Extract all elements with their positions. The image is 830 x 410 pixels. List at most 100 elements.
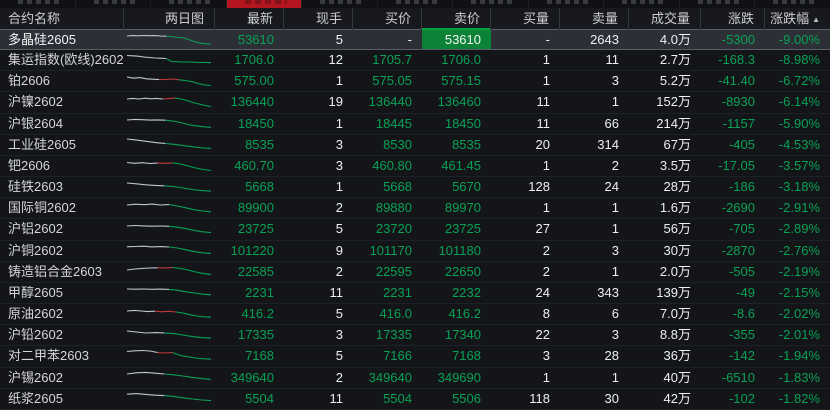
quote-row[interactable]: 对二甲苯2603716857166716832836万-142-1.94% bbox=[0, 346, 830, 367]
contract-name-cell: 对二甲苯2603 bbox=[0, 346, 124, 366]
header-bid-volume[interactable]: 买量 bbox=[491, 8, 560, 30]
quote-row[interactable]: 工业硅260585353853085352031467万-405-4.53% bbox=[0, 135, 830, 156]
tab[interactable] bbox=[0, 0, 76, 8]
bid-price-cell: 460.80 bbox=[353, 156, 422, 176]
contract-name-cell: 沪镍2602 bbox=[0, 92, 124, 112]
current-lots-cell: 5 bbox=[284, 346, 353, 366]
two-day-chart-cell bbox=[124, 389, 215, 409]
header-turnover[interactable]: 成交量 bbox=[629, 8, 701, 30]
tab[interactable] bbox=[378, 0, 454, 8]
turnover-cell: 1.6万 bbox=[629, 198, 701, 218]
quote-row[interactable]: 硅铁260356681566856701282428万-186-3.18% bbox=[0, 177, 830, 198]
header-latest[interactable]: 最新 bbox=[215, 8, 284, 30]
change-percent-cell: -2.89% bbox=[765, 219, 830, 239]
change-cell: -168.3 bbox=[701, 50, 765, 70]
bid-volume-cell: 2 bbox=[491, 262, 560, 282]
bid-price-cell: 89880 bbox=[353, 198, 422, 218]
quote-row[interactable]: 沪铝2602237255237202372527156万-705-2.89% bbox=[0, 219, 830, 240]
two-day-sparkline bbox=[127, 306, 211, 323]
change-cell: -17.05 bbox=[701, 156, 765, 176]
tab[interactable] bbox=[453, 0, 529, 8]
bid-volume-cell: 11 bbox=[491, 92, 560, 112]
bid-volume-cell: 22 bbox=[491, 325, 560, 345]
header-change-percent[interactable]: 涨跌幅▲ bbox=[765, 8, 830, 30]
two-day-chart-cell bbox=[124, 241, 215, 261]
two-day-sparkline bbox=[127, 327, 211, 344]
quote-row[interactable]: 铸造铝合金26032258522259522650212.0万-505-2.19… bbox=[0, 262, 830, 283]
header-bid-price[interactable]: 买价 bbox=[353, 8, 422, 30]
quote-row[interactable]: 钯2606460.703460.80461.45123.5万-17.05-3.5… bbox=[0, 156, 830, 177]
bid-volume-cell: 1 bbox=[491, 368, 560, 388]
turnover-cell: 214万 bbox=[629, 114, 701, 134]
ask-volume-cell: 11 bbox=[560, 50, 629, 70]
two-day-sparkline bbox=[127, 52, 211, 69]
header-contract-name[interactable]: 合约名称 bbox=[0, 8, 124, 30]
latest-price-cell: 89900 bbox=[215, 198, 284, 218]
quote-row[interactable]: 沪银260418450118445184501166214万-1157-5.90… bbox=[0, 114, 830, 135]
tab[interactable] bbox=[755, 0, 830, 8]
quote-row[interactable]: 纸浆2605550411550455061183042万-102-1.82% bbox=[0, 389, 830, 410]
current-lots-cell: 1 bbox=[284, 71, 353, 91]
ask-volume-cell: 1 bbox=[560, 198, 629, 218]
change-cell: -705 bbox=[701, 219, 765, 239]
quote-row[interactable]: 沪铜260210122091011701011802330万-2870-2.76… bbox=[0, 241, 830, 262]
ask-price-cell: 136460 bbox=[422, 92, 491, 112]
change-percent-cell: -2.19% bbox=[765, 262, 830, 282]
header-ask-price[interactable]: 卖价 bbox=[422, 8, 491, 30]
quote-row[interactable]: 多晶硅2605536105-53610-26434.0万-5300-9.00% bbox=[0, 29, 830, 50]
current-lots-cell: 12 bbox=[284, 50, 353, 70]
bid-volume-cell: 128 bbox=[491, 177, 560, 197]
latest-price-cell: 7168 bbox=[215, 346, 284, 366]
turnover-cell: 36万 bbox=[629, 346, 701, 366]
two-day-sparkline bbox=[127, 263, 211, 280]
bid-price-cell: 5504 bbox=[353, 389, 422, 409]
header-current-lots[interactable]: 现手 bbox=[284, 8, 353, 30]
quote-row[interactable]: 铂2606575.001575.05575.15135.2万-41.40-6.7… bbox=[0, 71, 830, 92]
ask-price-cell: 461.45 bbox=[422, 156, 491, 176]
current-lots-cell: 5 bbox=[284, 304, 353, 324]
tab[interactable] bbox=[76, 0, 152, 8]
change-cell: -8.6 bbox=[701, 304, 765, 324]
quote-row[interactable]: 原油2602416.25416.0416.2867.0万-8.6-2.02% bbox=[0, 304, 830, 325]
quote-row[interactable]: 甲醇26052231112231223224343139万-49-2.15% bbox=[0, 283, 830, 304]
current-lots-cell: 3 bbox=[284, 325, 353, 345]
change-cell: -8930 bbox=[701, 92, 765, 112]
turnover-cell: 4.0万 bbox=[629, 30, 701, 49]
quote-row[interactable]: 国际铜26028990028988089970111.6万-2690-2.91% bbox=[0, 198, 830, 219]
ask-column-underline bbox=[422, 28, 490, 30]
quote-row[interactable]: 集运指数(欧线)26021706.0121705.71706.01112.7万-… bbox=[0, 50, 830, 71]
tab[interactable] bbox=[680, 0, 756, 8]
tab[interactable] bbox=[604, 0, 680, 8]
tab[interactable] bbox=[151, 0, 227, 8]
turnover-cell: 152万 bbox=[629, 92, 701, 112]
change-percent-cell: -2.91% bbox=[765, 198, 830, 218]
latest-price-cell: 1706.0 bbox=[215, 50, 284, 70]
turnover-cell: 2.0万 bbox=[629, 262, 701, 282]
header-ask-price-label: 卖价 bbox=[454, 11, 480, 26]
two-day-chart-cell bbox=[124, 30, 215, 49]
bid-volume-cell: 1 bbox=[491, 198, 560, 218]
quote-row[interactable]: 沪铅260217335317335173402238.8万-355-2.01% bbox=[0, 325, 830, 346]
latest-price-cell: 136440 bbox=[215, 92, 284, 112]
ask-volume-cell: 28 bbox=[560, 346, 629, 366]
tab[interactable] bbox=[302, 0, 378, 8]
ask-volume-cell: 24 bbox=[560, 177, 629, 197]
active-tab[interactable] bbox=[227, 0, 303, 8]
header-ask-volume[interactable]: 卖量 bbox=[560, 8, 629, 30]
bid-volume-cell: 8 bbox=[491, 304, 560, 324]
header-change[interactable]: 涨跌 bbox=[701, 8, 765, 30]
latest-price-cell: 8535 bbox=[215, 135, 284, 155]
change-cell: -1157 bbox=[701, 114, 765, 134]
header-two-day-chart[interactable]: 两日图 bbox=[124, 8, 215, 30]
contract-name-cell: 国际铜2602 bbox=[0, 198, 124, 218]
quote-row[interactable]: 沪锡260234964023496403496901140万-6510-1.83… bbox=[0, 368, 830, 389]
turnover-cell: 28万 bbox=[629, 177, 701, 197]
bid-volume-cell: 1 bbox=[491, 50, 560, 70]
bid-price-cell: 2231 bbox=[353, 283, 422, 303]
ask-price-cell: 5506 bbox=[422, 389, 491, 409]
change-percent-cell: -2.15% bbox=[765, 283, 830, 303]
quote-row[interactable]: 沪镍260213644019136440136460111152万-8930-6… bbox=[0, 92, 830, 113]
contract-name-cell: 铂2606 bbox=[0, 71, 124, 91]
tab[interactable] bbox=[529, 0, 605, 8]
two-day-chart-cell bbox=[124, 283, 215, 303]
